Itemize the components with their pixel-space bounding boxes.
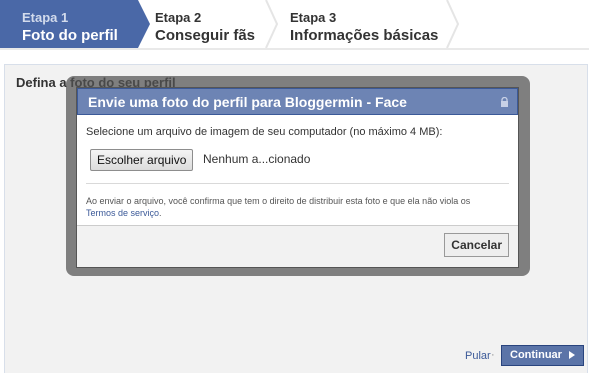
steps-bar: Etapa 1 Foto do perfil Etapa 2 Conseguir… (0, 0, 589, 50)
upload-photo-dialog: Envie uma foto do perfil para Bloggermin… (76, 87, 519, 268)
lock-icon (501, 97, 508, 107)
step-3-name: Informações básicas (290, 27, 439, 44)
continue-button[interactable]: Continuar (501, 345, 585, 366)
file-status-text: Nenhum a...cionado (203, 152, 311, 166)
step-separator-icon (265, 0, 279, 48)
step-3[interactable]: Etapa 3 Informações básicas (290, 0, 450, 48)
step-1-number: Etapa 1 (22, 10, 69, 25)
continue-label: Continuar (510, 349, 562, 361)
dialog-footer: Cancelar (77, 225, 518, 267)
step-3-number: Etapa 3 (290, 10, 337, 25)
terms-of-service-link[interactable]: Termos de serviço (86, 208, 159, 218)
step-1-name: Foto do perfil (22, 27, 118, 44)
step-1-active[interactable]: Etapa 1 Foto do perfil (0, 0, 138, 48)
legal-text: Ao enviar o arquivo, você confirma que t… (86, 196, 471, 206)
step-1-arrow (138, 0, 150, 48)
dialog-header: Envie uma foto do perfil para Bloggermin… (77, 88, 518, 115)
step-2-number: Etapa 2 (155, 10, 202, 25)
legal-period: . (159, 208, 162, 218)
step-2[interactable]: Etapa 2 Conseguir fãs (155, 0, 265, 48)
choose-file-button[interactable]: Escolher arquivo (90, 149, 194, 171)
cancel-button[interactable]: Cancelar (444, 233, 509, 257)
dialog-title: Envie uma foto do perfil para Bloggermin… (88, 94, 407, 110)
dialog-divider (86, 183, 509, 184)
upload-instructions: Selecione um arquivo de imagem de seu co… (86, 126, 443, 138)
triangle-right-icon (569, 351, 576, 359)
legal-notice: Ao enviar o arquivo, você confirma que t… (86, 195, 511, 219)
link-separator: · (491, 349, 495, 361)
step-2-name: Conseguir fãs (155, 27, 256, 44)
skip-link[interactable]: Pular (465, 350, 491, 362)
steps-divider (0, 48, 589, 50)
